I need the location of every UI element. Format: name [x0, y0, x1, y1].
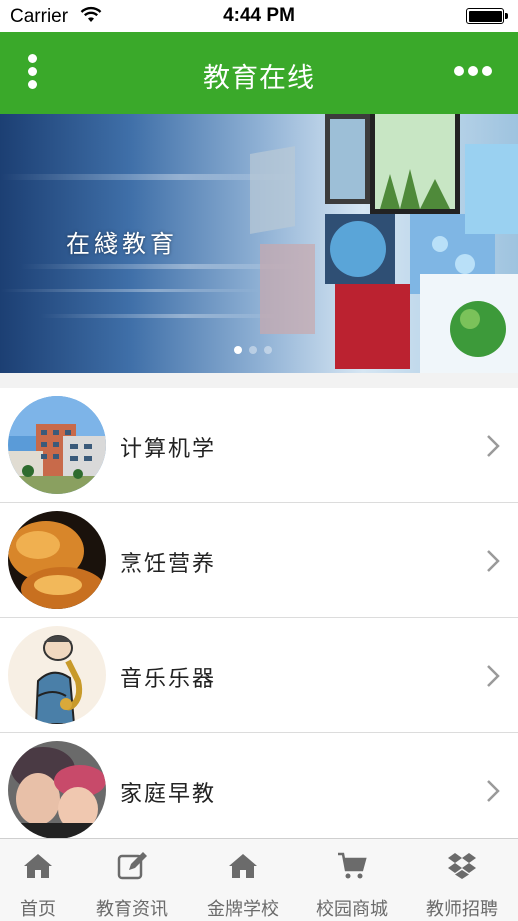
- tab-label: 校园商城: [316, 899, 388, 920]
- status-time: 4:44 PM: [223, 5, 295, 26]
- carousel-indicator[interactable]: [234, 339, 279, 358]
- home-icon: [229, 854, 257, 878]
- tab-home[interactable]: 首页: [0, 839, 90, 921]
- mother-child-photo-thumbnail: [8, 741, 106, 839]
- list-item-label: 烹饪营养: [120, 552, 217, 577]
- bottom-tab-bar: 首页 教育资讯 金牌学校 校园商城 教师招聘: [0, 838, 518, 921]
- app-header: 教育在线: [0, 32, 518, 114]
- chevron-right-icon: [487, 550, 500, 572]
- banner-carousel[interactable]: 在綫教育: [0, 114, 518, 373]
- banner-caption: 在綫教育: [66, 230, 178, 258]
- page-title: 教育在线: [203, 63, 315, 94]
- tab-top-schools[interactable]: 金牌学校: [191, 839, 295, 921]
- tab-teacher-recruitment[interactable]: 教师招聘: [410, 839, 514, 921]
- tab-label: 金牌学校: [207, 899, 279, 920]
- edit-icon: [117, 852, 147, 880]
- category-list: 计算机学 烹饪营养 音乐乐器 家庭早教: [0, 388, 518, 848]
- list-item-label: 音乐乐器: [120, 667, 217, 692]
- tab-label: 教育资讯: [96, 899, 168, 920]
- list-item[interactable]: 计算机学: [0, 388, 518, 503]
- carousel-dot[interactable]: [264, 346, 272, 354]
- battery-icon: [466, 8, 508, 24]
- list-item[interactable]: 音乐乐器: [0, 618, 518, 733]
- home-icon: [24, 854, 52, 878]
- bread-photo-thumbnail: [8, 511, 106, 609]
- tab-campus-mall[interactable]: 校园商城: [300, 839, 404, 921]
- chevron-right-icon: [487, 780, 500, 802]
- carousel-dot[interactable]: [234, 346, 242, 354]
- cart-icon: [338, 852, 367, 879]
- list-item-label: 家庭早教: [120, 782, 217, 807]
- list-item-label: 计算机学: [120, 437, 217, 462]
- building-photo-thumbnail: [8, 396, 106, 494]
- chevron-right-icon: [487, 435, 500, 457]
- tab-label: 首页: [20, 899, 56, 920]
- list-item[interactable]: 烹饪营养: [0, 503, 518, 618]
- saxophone-player-drawing-thumbnail: [8, 626, 106, 724]
- list-item[interactable]: 家庭早教: [0, 733, 518, 848]
- more-options-button[interactable]: [454, 66, 496, 78]
- tab-education-news[interactable]: 教育资讯: [80, 839, 184, 921]
- carousel-dot[interactable]: [249, 346, 257, 354]
- dropbox-icon: [448, 853, 476, 879]
- chevron-right-icon: [487, 665, 500, 687]
- status-bar: Carrier 4:44 PM: [0, 0, 518, 32]
- tab-label: 教师招聘: [426, 899, 498, 920]
